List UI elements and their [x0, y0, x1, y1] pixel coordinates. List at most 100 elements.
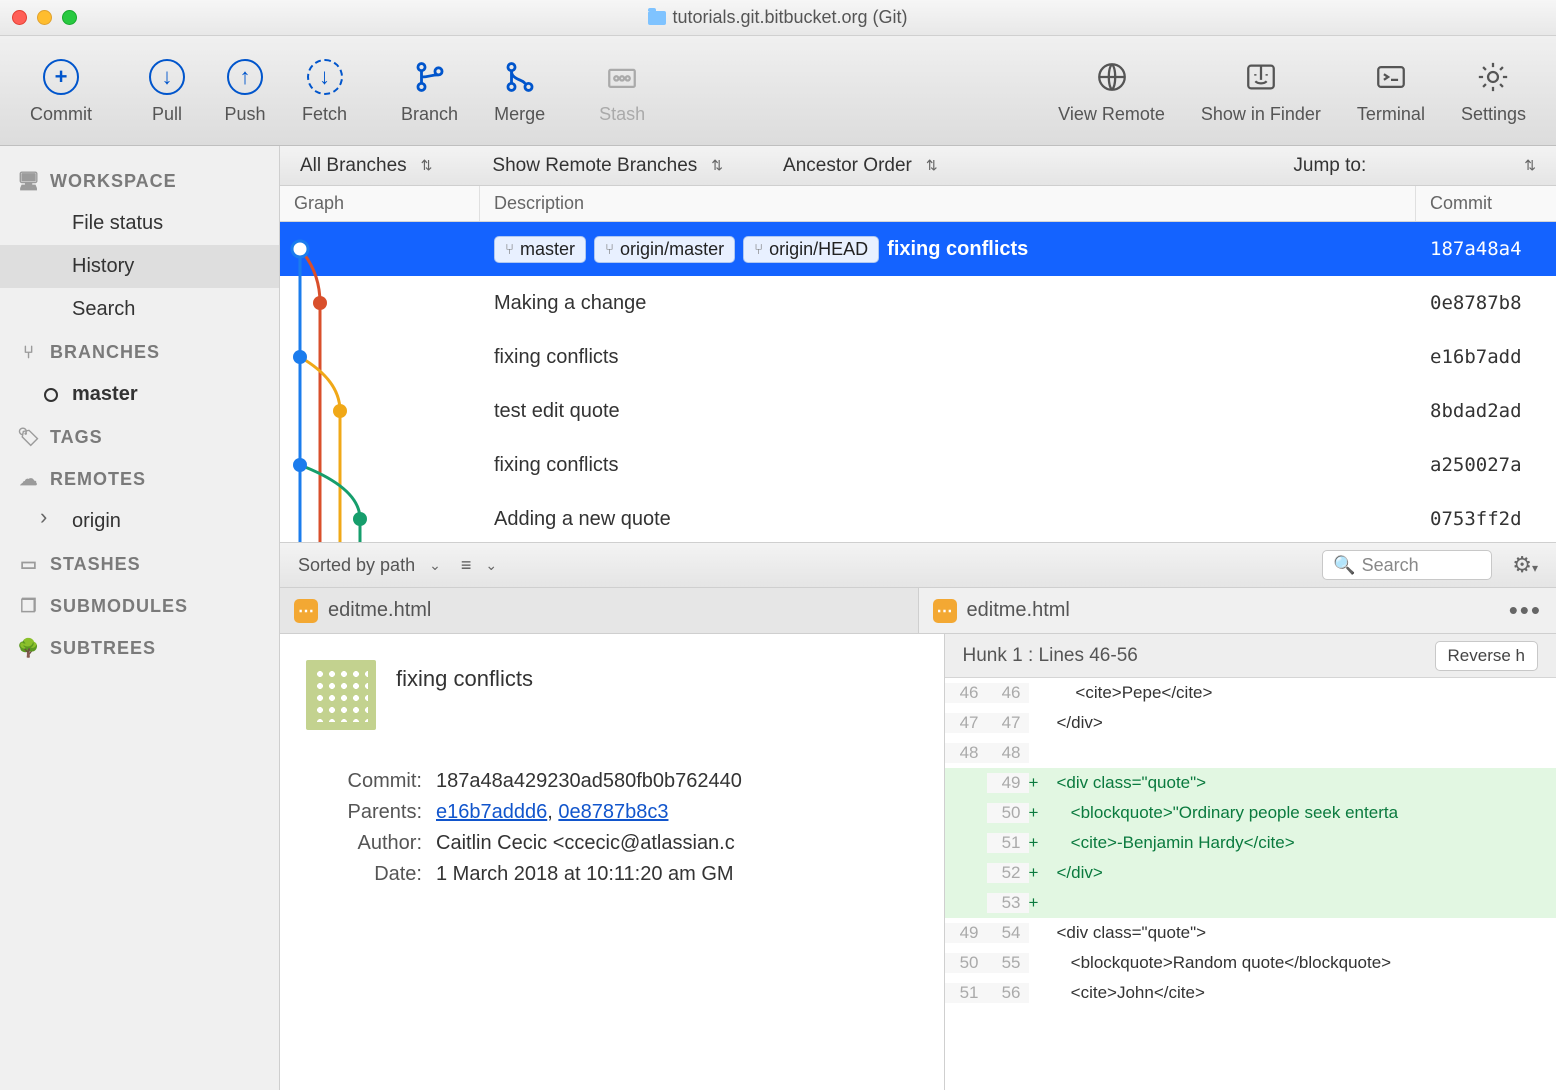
- subtree-icon: 🌳: [18, 637, 40, 659]
- filter-remote[interactable]: Show Remote Branches⇅: [492, 155, 723, 177]
- diff-panel: Hunk 1 : Lines 46-56 Reverse h 4646 <cit…: [945, 634, 1556, 1090]
- parent-link[interactable]: 0e8787b8c3: [558, 801, 668, 823]
- pull-button[interactable]: ↓Pull: [128, 56, 206, 125]
- sidebar-item-file-status[interactable]: File status: [0, 202, 279, 245]
- file-options-bar: Sorted by path ⌄ ≡ ⌄ 🔍Search ⚙▾: [280, 542, 1556, 588]
- settings-button[interactable]: Settings: [1443, 56, 1544, 125]
- terminal-button[interactable]: Terminal: [1339, 56, 1443, 125]
- gear-icon: [1476, 60, 1510, 94]
- sidebar-section-workspace[interactable]: 🖥WORKSPACE: [0, 160, 279, 202]
- sidebar-item-history[interactable]: History: [0, 245, 279, 288]
- file-icon: ⋯: [294, 599, 318, 623]
- fetch-button[interactable]: ↓Fetch: [284, 56, 365, 125]
- sidebar-section-submodules[interactable]: ❐SUBMODULES: [0, 585, 279, 627]
- commit-row[interactable]: Adding a new quote 0753ff2d: [280, 492, 1556, 542]
- diff-line[interactable]: 4954 <div class="quote">: [945, 918, 1556, 948]
- commit-row[interactable]: test edit quote8bdad2ad: [280, 384, 1556, 438]
- cloud-icon: ☁: [18, 468, 40, 490]
- diff-line[interactable]: 51+ <cite>-Benjamin Hardy</cite>: [945, 828, 1556, 858]
- commit-sha: 187a48a4: [1416, 238, 1556, 260]
- diff-line[interactable]: 53+: [945, 888, 1556, 918]
- branch-tag: ⑂origin/HEAD: [743, 236, 879, 263]
- commit-row[interactable]: Making a change0e8787b8: [280, 276, 1556, 330]
- view-remote-button[interactable]: View Remote: [1040, 56, 1183, 125]
- sidebar-item-master[interactable]: master: [0, 373, 279, 416]
- diff-line[interactable]: 50+ <blockquote>"Ordinary people seek en…: [945, 798, 1556, 828]
- search-icon: 🔍: [1333, 555, 1355, 576]
- branch-icon: [413, 60, 447, 94]
- push-button[interactable]: ↑Push: [206, 56, 284, 125]
- maximize-icon[interactable]: [62, 10, 77, 25]
- parent-link[interactable]: e16b7addd6: [436, 801, 547, 823]
- filter-jump-to[interactable]: Jump to:⇅: [1293, 155, 1536, 177]
- terminal-icon: [1374, 60, 1408, 94]
- stash-icon: ▭: [18, 553, 40, 575]
- sidebar-section-subtrees[interactable]: 🌳SUBTREES: [0, 627, 279, 669]
- merge-icon: [503, 60, 537, 94]
- branch-button[interactable]: Branch: [383, 56, 476, 125]
- meta-label: Parents:: [306, 801, 422, 824]
- diff-line[interactable]: 5156 <cite>John</cite>: [945, 978, 1556, 1008]
- column-graph[interactable]: Graph: [280, 186, 480, 221]
- sidebar-section-stashes[interactable]: ▭STASHES: [0, 543, 279, 585]
- chevron-updown-icon: ⇅: [1524, 157, 1536, 174]
- file-icon: ⋯: [933, 599, 957, 623]
- meta-value: e16b7addd6, 0e8787b8c3: [436, 801, 668, 824]
- filter-branches[interactable]: All Branches⇅: [300, 155, 432, 177]
- meta-label: Commit:: [306, 770, 422, 793]
- stash-button[interactable]: Stash: [581, 56, 663, 125]
- list-mode-dropdown[interactable]: ≡ ⌄: [461, 555, 497, 576]
- commit-message: fixing conflicts: [494, 346, 619, 369]
- branch-tag: ⑂master: [494, 236, 586, 263]
- window-title: tutorials.git.bitbucket.org (Git): [0, 7, 1556, 28]
- more-icon[interactable]: •••: [1509, 595, 1542, 626]
- filter-order[interactable]: Ancestor Order⇅: [783, 155, 938, 177]
- meta-value: 1 March 2018 at 10:11:20 am GM: [436, 863, 734, 886]
- commit-message: fixing conflicts: [494, 454, 619, 477]
- diff-line[interactable]: 4646 <cite>Pepe</cite>: [945, 678, 1556, 708]
- commit-message: Making a change: [494, 292, 646, 315]
- show-in-finder-button[interactable]: Show in Finder: [1183, 56, 1339, 125]
- commit-button[interactable]: +Commit: [12, 56, 110, 125]
- globe-icon: [1095, 60, 1129, 94]
- file-tab-right[interactable]: ⋯editme.html•••: [919, 588, 1556, 633]
- branch-tag: ⑂origin/master: [594, 236, 735, 263]
- tag-icon: 🏷: [18, 426, 40, 448]
- commit-list: ⑂master ⑂origin/master ⑂origin/HEAD fixing …: [280, 222, 1556, 542]
- commit-detail-panel: fixing conflicts Commit:187a48a429230ad5…: [280, 634, 945, 1090]
- filter-bar: All Branches⇅ Show Remote Branches⇅ Ance…: [280, 146, 1556, 186]
- sort-dropdown[interactable]: Sorted by path ⌄: [298, 555, 441, 576]
- sidebar-section-branches[interactable]: ⑂BRANCHES: [0, 331, 279, 373]
- chevron-updown-icon: ⇅: [421, 157, 433, 174]
- sidebar-item-origin[interactable]: origin: [0, 500, 279, 543]
- branch-icon: ⑂: [18, 341, 40, 363]
- diff-line[interactable]: 49+<div class="quote">: [945, 768, 1556, 798]
- search-input[interactable]: 🔍Search: [1322, 550, 1492, 580]
- commit-message: Adding a new quote: [494, 508, 671, 531]
- file-tab-left[interactable]: ⋯editme.html: [280, 588, 919, 633]
- column-commit[interactable]: Commit: [1416, 186, 1556, 221]
- stash-icon: [605, 60, 639, 94]
- meta-label: Author:: [306, 832, 422, 855]
- commit-row[interactable]: ⑂master⑂origin/master⑂origin/HEADfixing …: [280, 222, 1556, 276]
- sidebar-section-remotes[interactable]: ☁REMOTES: [0, 458, 279, 500]
- diff-line[interactable]: 4747 </div>: [945, 708, 1556, 738]
- sidebar-item-search[interactable]: Search: [0, 288, 279, 331]
- close-icon[interactable]: [12, 10, 27, 25]
- diff-line[interactable]: 4848: [945, 738, 1556, 768]
- merge-button[interactable]: Merge: [476, 56, 563, 125]
- diff-line[interactable]: 52+</div>: [945, 858, 1556, 888]
- commit-row[interactable]: fixing conflictsa250027a: [280, 438, 1556, 492]
- column-description[interactable]: Description: [480, 186, 1416, 221]
- commit-sha: 0753ff2d: [1416, 508, 1556, 530]
- minimize-icon[interactable]: [37, 10, 52, 25]
- commit-row[interactable]: fixing conflictse16b7add: [280, 330, 1556, 384]
- monitor-icon: 🖥: [18, 170, 40, 192]
- sidebar-section-tags[interactable]: 🏷TAGS: [0, 416, 279, 458]
- chevron-down-icon: ⌄: [429, 557, 441, 574]
- diff-line[interactable]: 5055 <blockquote>Random quote</blockquot…: [945, 948, 1556, 978]
- commit-message: test edit quote: [494, 400, 620, 423]
- commit-title: fixing conflicts: [396, 666, 533, 692]
- gear-dropdown[interactable]: ⚙▾: [1512, 552, 1538, 578]
- reverse-hunk-button[interactable]: Reverse h: [1435, 641, 1538, 671]
